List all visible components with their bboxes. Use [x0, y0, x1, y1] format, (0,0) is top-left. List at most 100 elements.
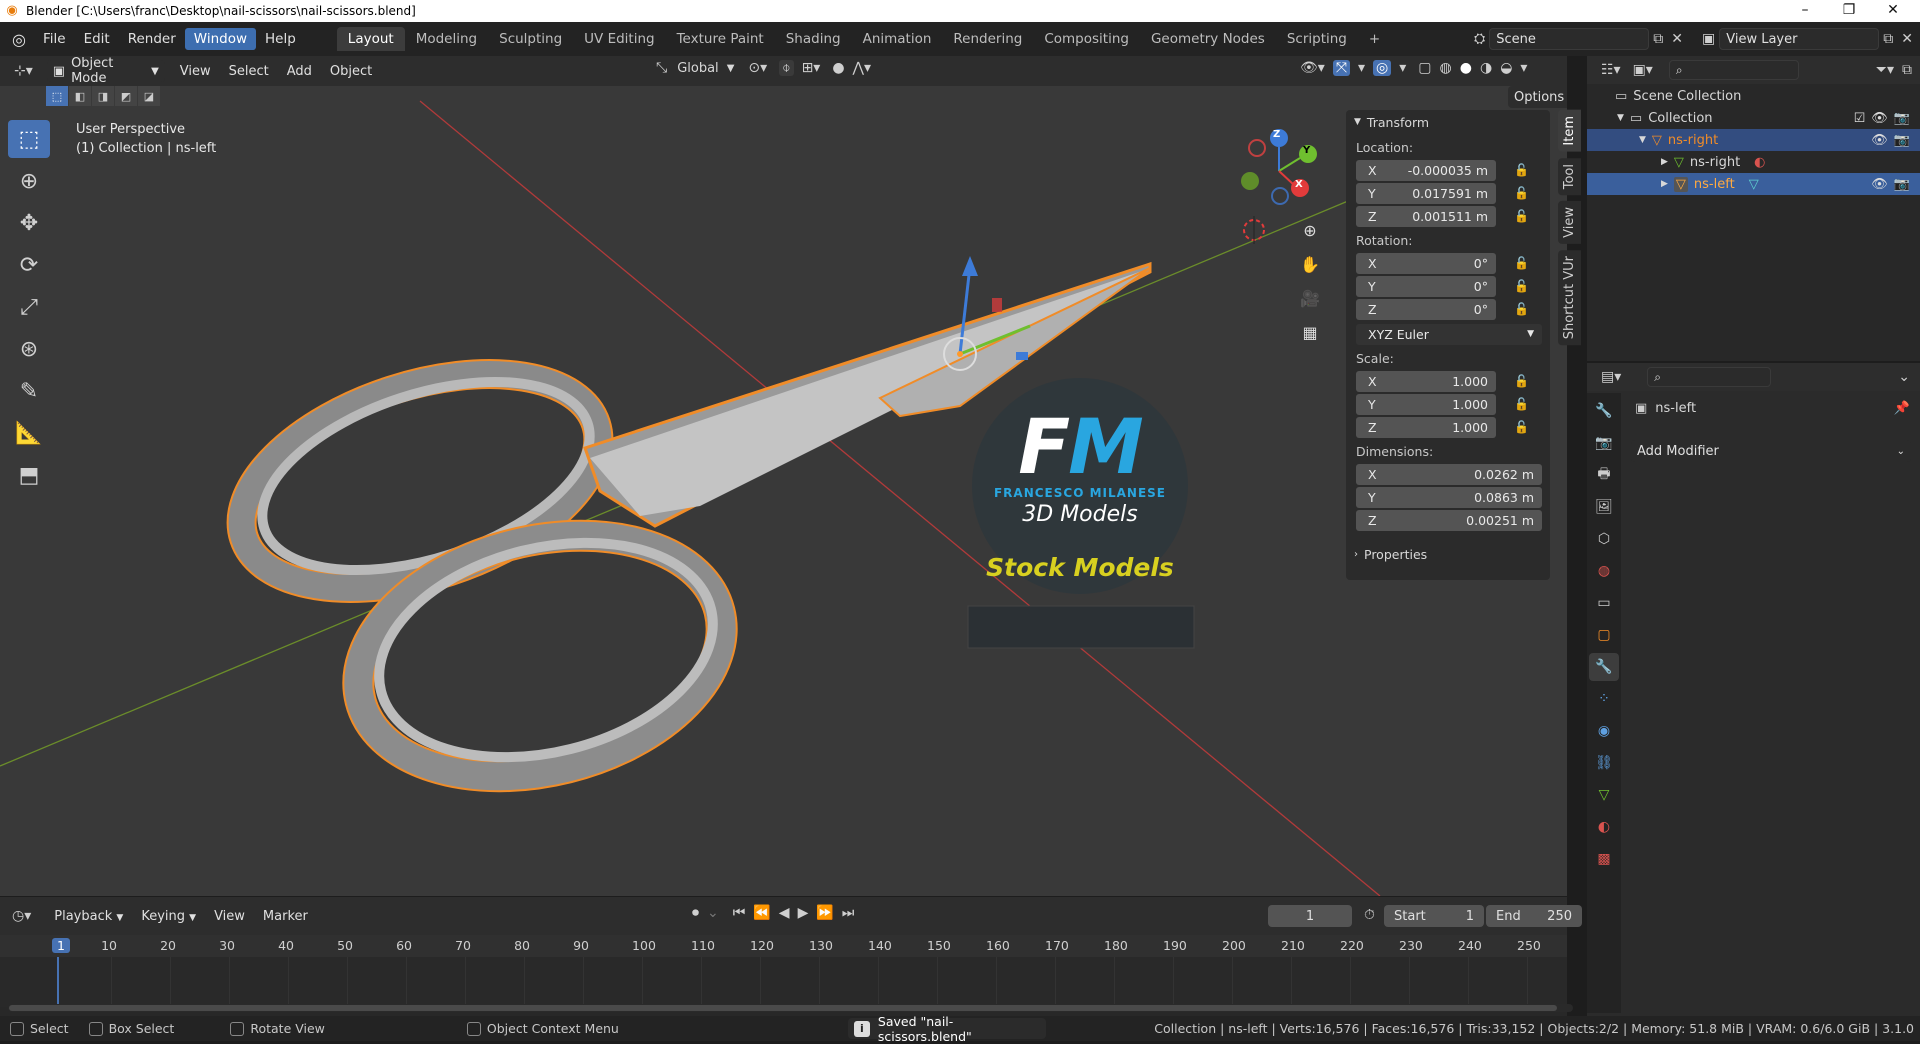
- add-modifier-button[interactable]: Add Modifier ⌄: [1631, 440, 1911, 462]
- falloff-icon[interactable]: ⋀▾: [853, 60, 872, 76]
- view-layer-icon[interactable]: ▣: [1702, 31, 1715, 47]
- vp-menu-object[interactable]: Object: [321, 61, 381, 82]
- lock-icon[interactable]: 🔓: [1514, 163, 1529, 177]
- dimensions-x-field[interactable]: X 0.0262 m: [1356, 463, 1542, 485]
- select-extend-icon[interactable]: ◧: [69, 86, 91, 106]
- modifier-tab-icon[interactable]: 🔧: [1589, 653, 1619, 681]
- overlays-options-icon[interactable]: ▾: [1399, 60, 1406, 76]
- snap-icon[interactable]: ⌽: [779, 60, 794, 76]
- select-subtract-icon[interactable]: ◨: [92, 86, 114, 106]
- gizmo-axis-x[interactable]: X: [1295, 179, 1303, 190]
- outliner-row-ns-left[interactable]: ▶ ▽ ns-left ▽ 👁 📷: [1587, 173, 1920, 195]
- timeline-editor-type-icon[interactable]: ◷▾: [12, 908, 31, 924]
- options-button[interactable]: Options ▼: [1508, 86, 1567, 108]
- snap-target-icon[interactable]: ⊞▾: [802, 60, 821, 76]
- xray-toggle-icon[interactable]: ▢: [1418, 60, 1431, 76]
- start-frame-field[interactable]: Start 1: [1384, 905, 1484, 927]
- 3d-viewport[interactable]: Z Y X ⊕ ✋ 🎥 ▦ User Perspective (1) Colle…: [0, 86, 1567, 896]
- scale-tool-icon[interactable]: ⤢: [8, 288, 50, 326]
- viewport-canvas[interactable]: [0, 86, 1567, 896]
- delete-scene-icon[interactable]: ✕: [1671, 31, 1683, 47]
- select-invert-icon[interactable]: ◩: [115, 86, 137, 106]
- tab-texture-paint[interactable]: Texture Paint: [666, 27, 775, 51]
- tab-uv-editing[interactable]: UV Editing: [573, 27, 665, 51]
- play-reverse-icon[interactable]: ◀: [779, 905, 790, 921]
- tab-shading[interactable]: Shading: [775, 27, 852, 51]
- location-y-field[interactable]: Y 0.017591 m: [1356, 182, 1496, 204]
- object-tab-icon[interactable]: ▢: [1589, 621, 1619, 649]
- location-z-field[interactable]: Z 0.001511 m: [1356, 205, 1496, 227]
- shading-options-icon[interactable]: ▾: [1520, 60, 1527, 76]
- menu-help[interactable]: Help: [256, 28, 305, 50]
- lock-icon[interactable]: 🔓: [1514, 256, 1529, 270]
- add-workspace-button[interactable]: +: [1358, 27, 1391, 51]
- new-scene-icon[interactable]: ⧉: [1653, 31, 1663, 47]
- menu-file[interactable]: File: [34, 28, 75, 50]
- camera-view-icon[interactable]: 🎥: [1296, 284, 1324, 312]
- lock-icon[interactable]: 🔓: [1514, 186, 1529, 200]
- tab-sculpting[interactable]: Sculpting: [488, 27, 573, 51]
- camera-icon[interactable]: 📷: [1894, 177, 1910, 192]
- gizmo-axis-z[interactable]: Z: [1273, 129, 1280, 140]
- camera-icon[interactable]: 📷: [1894, 111, 1910, 126]
- timeline-tracks[interactable]: [0, 957, 1567, 1007]
- transform-section-header[interactable]: ▼ Transform: [1346, 110, 1550, 134]
- visibility-icon[interactable]: 👁▾: [1300, 60, 1325, 76]
- maximize-button[interactable]: ❐: [1826, 0, 1872, 22]
- tab-animation[interactable]: Animation: [852, 27, 943, 51]
- constraints-tab-icon[interactable]: ⛓: [1589, 749, 1619, 777]
- checkbox-icon[interactable]: ☑: [1854, 111, 1866, 126]
- wireframe-shading-icon[interactable]: ◍: [1440, 60, 1452, 76]
- preview-range-icon[interactable]: ⏱: [1364, 907, 1375, 923]
- rendered-shading-icon[interactable]: ◒: [1500, 60, 1512, 76]
- output-tab-icon[interactable]: 🖶: [1589, 461, 1619, 489]
- editor-type-icon[interactable]: ⊹▾: [14, 63, 33, 79]
- camera-icon[interactable]: 📷: [1894, 133, 1910, 148]
- view-layer-tab-icon[interactable]: 🖼: [1589, 493, 1619, 521]
- mode-selector[interactable]: ▣ Object Mode ▼: [46, 56, 165, 86]
- tab-modeling[interactable]: Modeling: [405, 27, 488, 51]
- jump-keyframe-back-icon[interactable]: ⏪: [753, 905, 770, 921]
- current-frame-field[interactable]: 1: [1268, 905, 1352, 927]
- tl-menu-view[interactable]: View: [205, 906, 254, 927]
- blender-menu-icon[interactable]: ◎: [12, 30, 26, 49]
- chevron-right-icon[interactable]: ▶: [1661, 179, 1668, 189]
- data-tab-icon[interactable]: ▽: [1589, 781, 1619, 809]
- rotation-y-field[interactable]: Y 0°: [1356, 275, 1496, 297]
- close-button[interactable]: ✕: [1870, 0, 1916, 22]
- properties-section-header[interactable]: › Properties: [1346, 541, 1550, 567]
- menu-edit[interactable]: Edit: [75, 28, 119, 50]
- outliner-row-scene-collection[interactable]: ▭ Scene Collection: [1587, 85, 1920, 107]
- record-icon[interactable]: ⏺: [692, 905, 699, 921]
- physics-tab-icon[interactable]: ◉: [1589, 717, 1619, 745]
- transform-tool-icon[interactable]: ⊛: [8, 330, 50, 368]
- gizmo-options-icon[interactable]: ▾: [1358, 60, 1365, 76]
- move-tool-icon[interactable]: ✥: [8, 204, 50, 242]
- scene-tab-icon[interactable]: ⬡: [1589, 525, 1619, 553]
- tab-layout[interactable]: Layout: [336, 27, 405, 51]
- lock-icon[interactable]: 🔓: [1514, 397, 1529, 411]
- filter-icon[interactable]: ⏷▾: [1876, 62, 1894, 78]
- chevron-down-icon[interactable]: ⌄: [1898, 369, 1910, 385]
- dimensions-z-field[interactable]: Z 0.00251 m: [1356, 509, 1542, 531]
- jump-end-icon[interactable]: ⏭: [842, 905, 855, 921]
- menu-window[interactable]: Window: [184, 28, 257, 50]
- zoom-icon[interactable]: ⊕: [1296, 216, 1324, 244]
- chevron-down-icon[interactable]: ▼: [1639, 135, 1646, 145]
- measure-tool-icon[interactable]: 📐: [8, 414, 50, 452]
- orientation-selector[interactable]: Global: [677, 61, 718, 76]
- rotation-mode-selector[interactable]: XYZ Euler ▼: [1356, 323, 1542, 345]
- sidebar-tab-view[interactable]: View: [1558, 200, 1581, 244]
- proportional-editing-icon[interactable]: ●: [832, 60, 844, 76]
- scene-icon[interactable]: ⛭: [1474, 31, 1485, 47]
- scene-selector[interactable]: Scene: [1489, 28, 1650, 50]
- jump-keyframe-forward-icon[interactable]: ⏩: [816, 905, 833, 921]
- material-tab-icon[interactable]: ◐: [1589, 813, 1619, 841]
- pan-hand-icon[interactable]: ✋: [1296, 250, 1324, 278]
- rotation-x-field[interactable]: X 0°: [1356, 252, 1496, 274]
- eye-icon[interactable]: 👁: [1871, 111, 1888, 126]
- outliner-editor-type-icon[interactable]: ☷▾: [1601, 62, 1621, 78]
- render-tab-icon[interactable]: 📷: [1589, 429, 1619, 457]
- play-icon[interactable]: ▶: [798, 905, 809, 921]
- tab-rendering[interactable]: Rendering: [942, 27, 1033, 51]
